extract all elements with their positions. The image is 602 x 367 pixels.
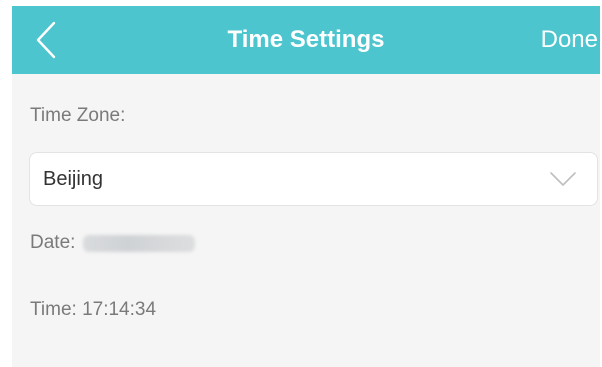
date-value-redacted: [83, 234, 196, 252]
time-value: Time: 17:14:34: [30, 299, 157, 320]
date-row: Date:: [30, 232, 196, 254]
chevron-down-icon: [550, 172, 576, 186]
time-zone-value: Beijing: [43, 168, 104, 190]
back-button[interactable]: [26, 20, 66, 60]
time-zone-label: Time Zone:: [30, 105, 126, 126]
done-button[interactable]: Done: [541, 6, 600, 74]
chevron-left-icon: [36, 21, 56, 59]
time-zone-select[interactable]: Beijing: [29, 152, 598, 206]
time-settings-screen: Time Settings Done Time Zone: Beijing Da…: [12, 6, 600, 367]
page-title: Time Settings: [227, 26, 385, 53]
date-label: Date:: [30, 232, 76, 253]
header-bar: Time Settings Done: [12, 6, 600, 74]
